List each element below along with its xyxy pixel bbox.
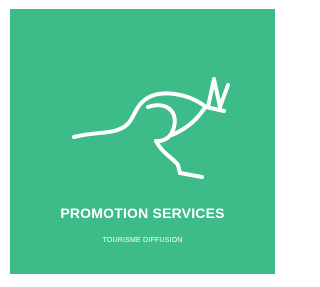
page: PROMOTION SERVICES TOURISME DIFFUSION <box>0 0 288 287</box>
brand-tagline: TOURISME DIFFUSION <box>102 237 183 244</box>
logo-card: PROMOTION SERVICES TOURISME DIFFUSION <box>10 9 275 274</box>
brand-name: PROMOTION SERVICES <box>60 205 225 221</box>
kangaroo-icon <box>72 77 230 179</box>
